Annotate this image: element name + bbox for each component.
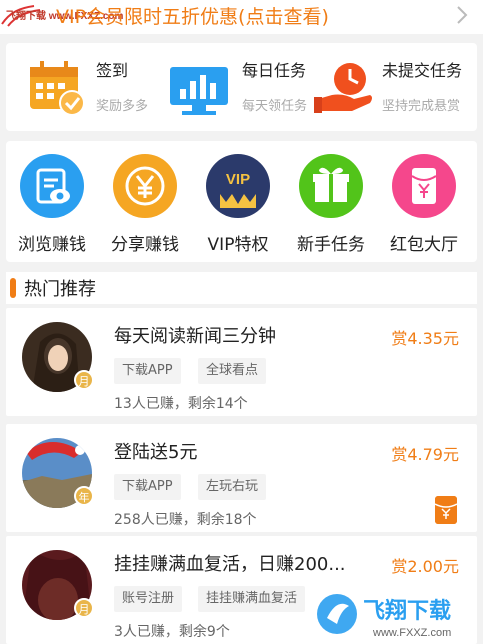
item-tag: 全球看点: [198, 358, 267, 384]
item-stat: 13人已赚，剩余14个: [114, 396, 248, 412]
yen-coin-icon: [113, 154, 177, 218]
calendar-check-icon: [30, 61, 85, 116]
browse-eye-icon: [20, 154, 84, 218]
vip-crown-icon: VIP: [206, 154, 270, 218]
section-title: 热门推荐: [24, 279, 96, 300]
section-accent-bar: [10, 278, 16, 298]
item-title: 登陆送5元: [114, 442, 198, 463]
red-envelope-icon: [435, 496, 457, 524]
task-title: 签到: [96, 61, 129, 80]
task-title: 未提交任务: [382, 61, 463, 80]
item-reward: 赏4.35元: [391, 329, 459, 348]
task-card: 签到 奖励多多 每日任务 每天领任务 未提交任务 坚持完成悬赏: [6, 43, 477, 131]
action-label: 浏览赚钱: [18, 235, 86, 255]
gift-box-icon: [299, 154, 363, 218]
list-item[interactable]: 年 登陆送5元 赏4.79元 下载APP 左玩右玩 258人已赚，剩余18个: [6, 424, 477, 532]
item-tag: 下载APP: [114, 358, 181, 384]
red-envelope-icon: [392, 154, 456, 218]
item-stat: 3人已赚，剩余9个: [114, 624, 230, 640]
item-title: 每天阅读新闻三分钟: [114, 326, 276, 347]
action-newbie[interactable]: 新手任务: [285, 154, 377, 255]
action-label: 红包大厅: [390, 235, 458, 255]
chevron-right-icon[interactable]: [455, 4, 469, 26]
quick-actions-card: 浏览赚钱 分享赚钱 VIP VIP特权 新手任务 红包大厅: [6, 141, 477, 262]
item-tag: 账号注册: [114, 586, 183, 612]
task-subtitle: 每天领任务: [242, 99, 308, 114]
bar-chart-monitor-icon: [170, 67, 228, 115]
action-red-envelope[interactable]: 红包大厅: [378, 154, 470, 255]
membership-badge: 月: [74, 598, 94, 618]
action-browse[interactable]: 浏览赚钱: [6, 154, 98, 255]
task-unsubmitted[interactable]: 未提交任务 坚持完成悬赏: [312, 43, 477, 131]
membership-badge: 月: [74, 370, 94, 390]
item-tag: 下载APP: [114, 474, 181, 500]
watermark-logo: 飞翔下载 www.FXXZ.com: [317, 594, 451, 639]
item-reward: 赏2.00元: [391, 557, 459, 576]
watermark-url: www.FXXZ.com: [372, 627, 451, 639]
item-tag: 左玩右玩: [198, 474, 267, 500]
task-daily[interactable]: 每日任务 每天领任务: [166, 43, 316, 131]
action-share[interactable]: 分享赚钱: [99, 154, 191, 255]
hot-section-header: 热门推荐: [6, 272, 477, 304]
item-stat: 258人已赚，剩余18个: [114, 512, 257, 528]
watermark-brand: 飞翔下载: [363, 598, 451, 624]
action-label: VIP特权: [207, 235, 269, 255]
item-reward: 赏4.79元: [391, 445, 459, 464]
task-checkin[interactable]: 签到 奖励多多: [16, 43, 166, 131]
vip-badge-text: VIP: [226, 171, 250, 188]
list-item[interactable]: 月 每天阅读新闻三分钟 赏4.35元 下载APP 全球看点 13人已赚，剩余14…: [6, 308, 477, 416]
action-vip[interactable]: VIP VIP特权: [192, 154, 284, 255]
item-tag: 挂挂赚满血复活: [198, 586, 306, 612]
action-label: 分享赚钱: [111, 235, 179, 255]
action-label: 新手任务: [297, 235, 365, 255]
membership-badge: 年: [74, 486, 94, 506]
task-subtitle: 奖励多多: [96, 99, 149, 114]
promo-banner[interactable]: 飞翔下载 www.FXXZ.com VIP会员限时五折优惠(点击查看): [0, 0, 483, 34]
item-title: 挂挂赚满血复活，日赚200...: [114, 554, 346, 575]
promo-text[interactable]: VIP会员限时五折优惠(点击查看): [56, 2, 329, 29]
task-title: 每日任务: [242, 61, 307, 80]
hand-clock-icon: [314, 63, 372, 113]
task-subtitle: 坚持完成悬赏: [382, 99, 461, 114]
